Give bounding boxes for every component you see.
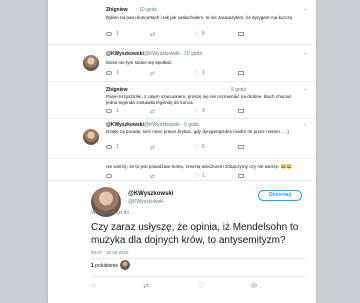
tweet-actions: 1 ⇄ ♡ 5 — [106, 144, 296, 152]
reply-icon[interactable] — [106, 174, 112, 178]
retweet-icon[interactable]: ⇄ — [143, 282, 149, 290]
like-count: 1 — [202, 173, 205, 179]
mail-icon[interactable]: ✉ — [251, 282, 257, 290]
like-count: 5 — [202, 31, 205, 37]
tweet-thread-card: Zbigniew · 10 godz. ⌄ Byłem na paru konc… — [48, 0, 316, 303]
main-author-name[interactable]: @KWyszkowski — [128, 191, 173, 197]
heart-icon[interactable]: ♡ — [194, 144, 199, 151]
heart-icon[interactable]: ♡ — [194, 31, 199, 38]
tweet-text: Dzięki za poradę, sieć mam prawo brykać,… — [106, 129, 290, 134]
thread-tweet[interactable]: @KWyszkowski @KWyszkowski · 9 godz. ⌄ Dz… — [48, 118, 316, 159]
thread-tweet[interactable]: @KWyszkowski @KWyszkowski · 10 godz. ⌄ M… — [48, 44, 316, 82]
author-name[interactable]: Zbigniew — [106, 87, 128, 93]
tweet-actions: 1 ⇄ ♡ 1 — [106, 70, 296, 78]
follow-button[interactable]: Obserwuj — [258, 190, 302, 201]
main-tweet-text: Czy zaraz usłyszę, że opinia, iż Mendels… — [91, 222, 299, 246]
chevron-down-icon[interactable]: ⌄ — [303, 86, 307, 92]
retweet-icon[interactable]: ⇄ — [150, 173, 155, 180]
chevron-down-icon[interactable]: ⌄ — [303, 121, 307, 127]
heart-icon[interactable]: ♡ — [198, 282, 204, 290]
likes-count: 1 — [91, 263, 94, 269]
retweet-icon[interactable]: ⇄ — [150, 108, 155, 115]
author-name[interactable]: Zbigniew — [106, 7, 128, 13]
reply-count: 1 — [116, 108, 119, 114]
mail-icon[interactable] — [238, 32, 244, 36]
tweet-text: Może nie tym stanie się spotkać. — [106, 60, 173, 65]
retweet-icon[interactable]: ⇄ — [150, 70, 155, 77]
in-reply-to-label: W odpowiedzi do — [91, 210, 130, 216]
chevron-down-icon[interactable]: ⌄ — [303, 6, 307, 12]
mail-icon[interactable] — [238, 174, 244, 178]
tweet-actions: ⇄ ♡ 1 — [106, 173, 296, 181]
heart-icon[interactable]: ♡ — [194, 108, 199, 115]
reply-count: 1 — [116, 144, 119, 150]
retweet-icon[interactable]: ⇄ — [150, 144, 155, 151]
author-handle[interactable]: @KWyszkowski · 9 godz. — [144, 122, 200, 128]
thread-tweet[interactable]: nie wierzę, że to jest prawdziwe konto, … — [48, 158, 316, 181]
reply-icon[interactable] — [106, 109, 112, 113]
likes-summary[interactable]: 1 polubienie — [91, 263, 118, 269]
like-count: 1 — [202, 70, 205, 76]
reply-icon[interactable]: ⌂ — [91, 282, 95, 289]
avatar[interactable] — [82, 128, 100, 146]
reply-count: 1 — [116, 70, 119, 76]
tweet-actions: 1 ⇄ ♡ 5 — [106, 31, 296, 39]
thread-tweet[interactable]: Zbigniew · 10 godz. ⌄ Byłem na paru konc… — [48, 0, 316, 45]
author-handle[interactable]: @KWyszkowski · 10 godz. — [144, 51, 203, 57]
reply-count: 1 — [116, 31, 119, 37]
heart-icon[interactable]: ♡ — [194, 70, 199, 77]
author-name[interactable]: @KWyszkowski — [106, 51, 144, 57]
chevron-down-icon[interactable]: ⌄ — [303, 50, 307, 56]
screenshot-background: { "thread": [ { "name": "Zbigniew", "tim… — [0, 0, 360, 303]
divider — [91, 276, 306, 277]
tweet-time[interactable]: · 9 godz. — [228, 87, 247, 93]
tweet-timestamp[interactable]: 00:07 - 22 lut 2018 — [91, 250, 129, 255]
reply-icon[interactable] — [106, 32, 112, 36]
like-count: 5 — [202, 144, 205, 150]
reply-icon[interactable] — [106, 145, 112, 149]
likes-label: polubienie — [95, 263, 118, 269]
tweet-actions: 1 ⇄ ♡ 3 — [106, 108, 296, 116]
tweet-text: Byłem na paru koncertach i tak jak zasłu… — [106, 15, 294, 20]
avatar[interactable] — [82, 54, 100, 72]
mail-icon[interactable] — [238, 71, 244, 75]
mail-icon[interactable] — [238, 109, 244, 113]
main-author-handle[interactable]: @KWyszkowski — [128, 199, 164, 205]
mail-icon[interactable] — [238, 145, 244, 149]
divider — [91, 258, 306, 259]
tweet-text: Panie Krzysztofie, z całym szacunkiem, p… — [106, 94, 292, 106]
heart-icon[interactable]: ♡ — [194, 173, 199, 180]
like-count: 3 — [202, 108, 205, 114]
tweet-text: nie wierzę, że to jest prawdziwe konto, … — [106, 164, 293, 169]
liker-avatar[interactable] — [120, 260, 130, 270]
reply-icon[interactable] — [106, 71, 112, 75]
retweet-icon[interactable]: ⇄ — [150, 31, 155, 38]
author-name[interactable]: @KWyszkowski — [106, 122, 144, 128]
thread-tweet[interactable]: Zbigniew · 9 godz. ⌄ Panie Krzysztofie, … — [48, 81, 316, 119]
tweet-time[interactable]: · 10 godz. — [136, 7, 158, 13]
